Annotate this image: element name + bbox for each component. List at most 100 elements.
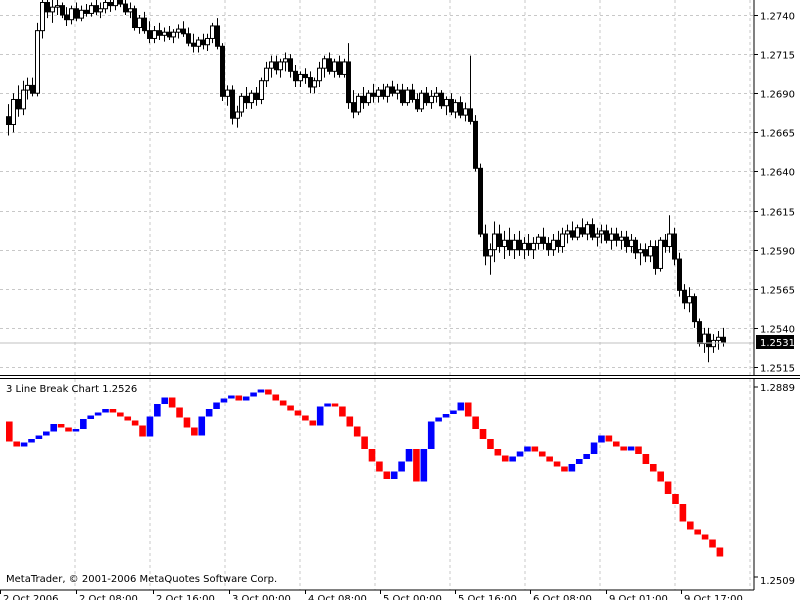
candle-body-bear (390, 86, 395, 94)
candle-body-bull (502, 239, 507, 248)
line-break-up-brick (598, 435, 605, 443)
candle-body-bear (682, 289, 687, 304)
candle-body-bull (429, 95, 434, 104)
line-break-down-brick (168, 397, 176, 408)
current-price-marker: 1.2531 (756, 335, 795, 349)
candle-body-bull (434, 92, 439, 97)
line-break-down-brick (376, 461, 383, 472)
candle-body-bear (157, 30, 162, 36)
candle-body-bear (132, 8, 137, 29)
candle-body-bear (497, 233, 502, 248)
line-break-up-brick (161, 397, 169, 404)
line-break-up-brick (627, 446, 635, 451)
line-break-down-brick (309, 420, 317, 426)
candle-body-bear (697, 321, 702, 345)
line-break-down-brick (694, 529, 701, 535)
candle-body-bull (667, 233, 672, 248)
candle-body-bear (604, 230, 609, 241)
line-break-down-brick (294, 410, 302, 416)
candle-body-bear (546, 242, 551, 251)
candle-body-bull (332, 61, 337, 72)
candle-body-bear (215, 25, 220, 47)
candle-body-bull (55, 5, 60, 8)
metatrader-chart: 1.2740 1.2715 1.2690 1.2665 1.2640 1.2615 1.25… (0, 0, 800, 600)
candle-body-bull (225, 89, 230, 97)
line-break-up-brick (257, 389, 265, 393)
line-break-down-brick (501, 455, 509, 462)
candle-body-bear (293, 70, 298, 82)
candle-body-bull (235, 111, 240, 119)
price-tick-label: 1.2615 (760, 208, 795, 219)
candle-body-bull (137, 17, 142, 29)
time-tick-label: 2 Oct 08:00 (79, 594, 138, 600)
time-tick-label: 2 Oct 2006 (3, 594, 58, 600)
candle-body-bear (663, 239, 668, 248)
indicator-title: 3 Line Break Chart 1.2526 (6, 384, 137, 395)
line-break-up-brick (72, 429, 80, 432)
candle-body-bear (580, 227, 585, 235)
line-break-down-brick (664, 481, 672, 494)
candle-body-bear (201, 39, 206, 46)
candle-body-bull (585, 224, 590, 235)
candle-body-bear (473, 120, 478, 169)
line-break-up-brick (427, 421, 435, 449)
line-break-up-brick (242, 396, 250, 401)
candle-body-bull (599, 230, 604, 235)
line-break-down-brick (642, 454, 650, 464)
candle-body-bear (94, 5, 99, 13)
candle-body-bull (492, 233, 497, 251)
candle-body-bull (79, 9, 84, 19)
candle-body-bear (381, 89, 386, 97)
candle-body-bull (259, 80, 264, 100)
candle-body-bull (98, 8, 103, 13)
line-break-down-brick (649, 464, 657, 472)
line-break-down-brick (139, 425, 146, 437)
candle-body-bear (186, 33, 191, 44)
line-break-down-brick (331, 403, 339, 407)
candle-body-bear (254, 92, 259, 100)
time-tick-label: 2 Oct 16:00 (156, 594, 215, 600)
candle-body-bear (30, 84, 35, 94)
candle-body-bull (531, 242, 536, 251)
candle-body-bear (118, 0, 123, 5)
candle-body-bull (444, 98, 449, 107)
line-break-up-brick (516, 451, 524, 457)
line-break-down-brick (109, 409, 117, 413)
candle-body-bear (361, 95, 366, 104)
candle-body-bear (483, 233, 488, 257)
candle-body-bull (385, 86, 390, 97)
line-break-down-brick (346, 416, 354, 427)
line-break-up-brick (450, 410, 457, 414)
candle-body-bear (692, 296, 697, 323)
candle-body-bear (167, 31, 172, 38)
line-break-down-brick (383, 471, 391, 479)
line-break-up-brick (420, 449, 428, 482)
line-break-down-brick (302, 415, 309, 421)
line-break-down-brick (472, 416, 479, 429)
candle-body-bear (449, 98, 454, 113)
candle-body-bear (633, 239, 638, 254)
line-break-up-brick (524, 446, 531, 452)
candle-body-bear (60, 5, 65, 16)
candle-body-bull (463, 108, 468, 116)
candle-body-bear (108, 1, 113, 7)
candle-body-bear (16, 98, 21, 110)
price-tick-label: 1.2740 (760, 12, 795, 23)
line-break-down-brick (561, 466, 568, 472)
line-break-up-brick (583, 454, 590, 459)
time-tick-label: 3 Oct 00:00 (232, 594, 291, 600)
candle-body-bull (269, 61, 274, 69)
candle-body-bear (677, 258, 682, 291)
line-break-up-brick (316, 406, 324, 426)
time-tick-label: 4 Oct 08:00 (308, 594, 367, 600)
candle-body-bull (283, 58, 288, 63)
candle-body-bull (162, 31, 167, 36)
candle-body-bull (376, 89, 381, 97)
price-tick-label: 1.2665 (760, 129, 795, 140)
line-break-up-brick (324, 403, 331, 407)
candle-body-bear (123, 3, 128, 13)
line-break-down-brick (553, 461, 561, 467)
candle-body-bull (21, 89, 26, 110)
candle-body-bear (653, 246, 658, 269)
line-break-up-brick (442, 414, 450, 418)
